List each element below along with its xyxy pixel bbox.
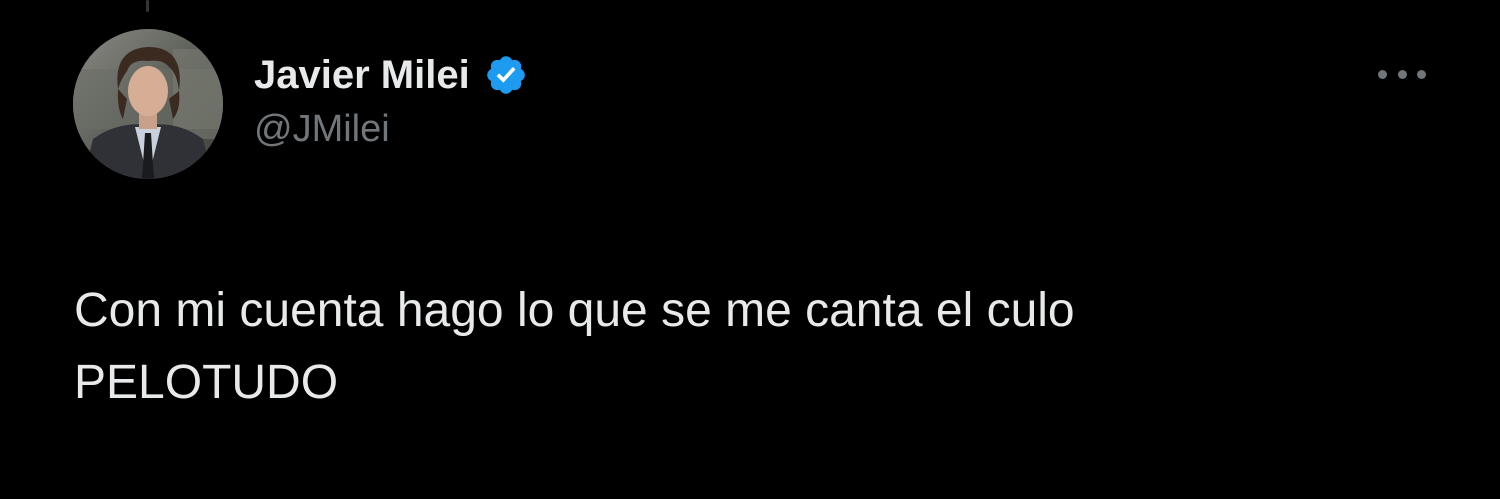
author-name-row: Javier Milei [254,50,528,100]
tweet-text-line: Con mi cuenta hago lo que se me canta el… [74,284,1075,337]
tweet-text: Con mi cuenta hago lo que se me canta el… [74,275,1424,419]
more-dot [1417,69,1426,79]
more-dot [1397,69,1407,79]
author-display-name[interactable]: Javier Milei [254,53,470,98]
more-dot [1378,69,1387,79]
author-handle[interactable]: @JMilei [254,108,528,151]
more-options-icon [1378,69,1426,79]
verified-badge-icon [484,53,528,97]
avatar[interactable] [73,29,223,179]
tweet[interactable]: Javier Milei @JMilei Con mi cuenta hago … [0,0,1500,499]
tweet-text-line: PELOTUDO [74,356,339,409]
profile-photo-icon [73,29,223,179]
more-options-button[interactable] [1372,58,1432,90]
tweet-author[interactable]: Javier Milei @JMilei [254,50,528,151]
